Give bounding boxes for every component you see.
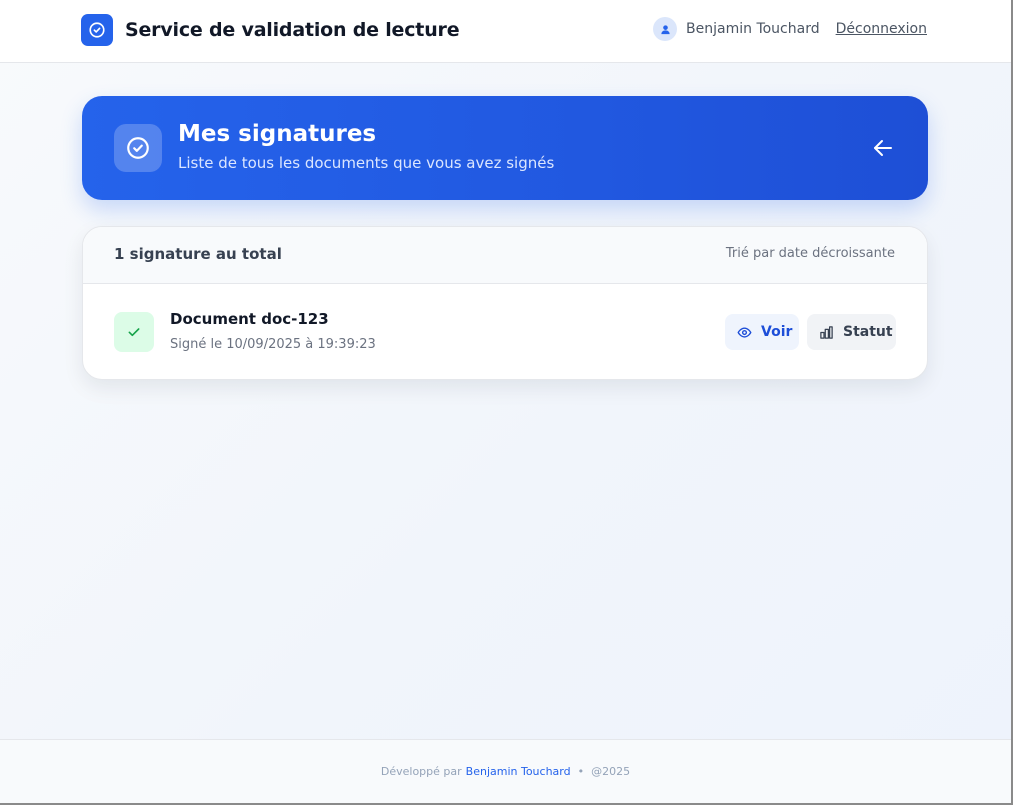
page-title: Mes signatures bbox=[178, 121, 377, 147]
signature-count: 1 signature au total bbox=[114, 245, 282, 263]
back-button[interactable] bbox=[866, 134, 900, 162]
user-icon bbox=[653, 17, 678, 41]
footer-year: @2025 bbox=[591, 765, 631, 778]
page-header-banner: Mes signatures Liste de tous les documen… bbox=[82, 96, 928, 200]
view-button-label: Voir bbox=[761, 324, 793, 340]
view-button[interactable]: Voir bbox=[725, 314, 799, 350]
footer-separator: • bbox=[577, 765, 585, 778]
app-title: Service de validation de lecture bbox=[125, 19, 460, 41]
document-name: Document doc-123 bbox=[170, 310, 329, 328]
user-name: Benjamin Touchard bbox=[686, 21, 820, 37]
logout-link[interactable]: Déconnexion bbox=[836, 21, 927, 37]
footer: Développé par Benjamin Touchard • @2025 bbox=[0, 739, 1011, 803]
check-circle-icon bbox=[114, 124, 162, 172]
check-icon bbox=[114, 312, 154, 352]
footer-prefix: Développé par bbox=[380, 765, 462, 778]
sort-info: Trié par date décroissante bbox=[725, 246, 895, 261]
brand: Service de validation de lecture bbox=[81, 14, 460, 46]
top-bar: Service de validation de lecture Benjami… bbox=[0, 0, 1011, 63]
bar-chart-icon bbox=[820, 325, 833, 339]
list-item: Document doc-123 Signé le 10/09/2025 à 1… bbox=[83, 284, 927, 379]
page-subtitle: Liste de tous les documents que vous ave… bbox=[178, 154, 555, 172]
check-circle-icon bbox=[81, 14, 113, 46]
signed-date: Signé le 10/09/2025 à 19:39:23 bbox=[170, 337, 376, 352]
status-button-label: Statut bbox=[843, 324, 893, 340]
user-area: Benjamin Touchard Déconnexion bbox=[653, 17, 927, 41]
eye-icon bbox=[737, 326, 752, 338]
footer-author-link[interactable]: Benjamin Touchard bbox=[466, 765, 571, 778]
card-header: 1 signature au total Trié par date décro… bbox=[83, 227, 927, 284]
status-button[interactable]: Statut bbox=[807, 314, 896, 350]
signatures-card: 1 signature au total Trié par date décro… bbox=[82, 226, 928, 380]
arrow-left-icon bbox=[874, 140, 892, 156]
